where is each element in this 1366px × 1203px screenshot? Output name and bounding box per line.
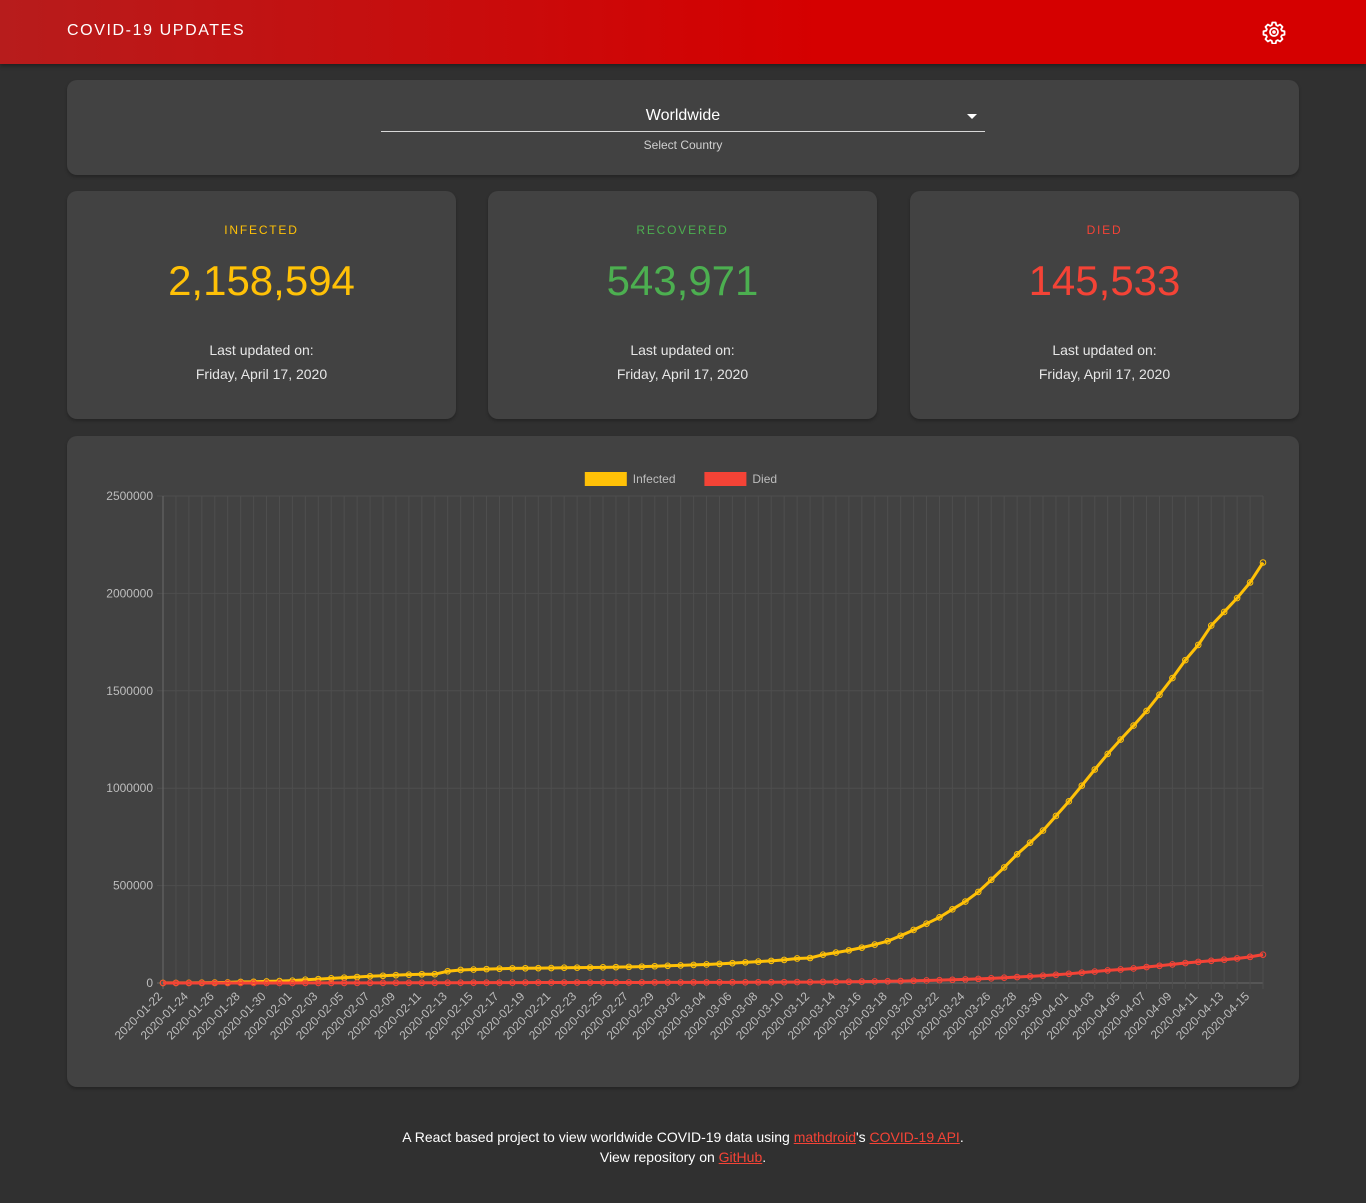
mathdroid-link[interactable]: mathdroid	[794, 1129, 856, 1145]
infected-label: INFECTED	[224, 223, 299, 237]
gear-icon[interactable]	[1262, 20, 1286, 45]
legend-label: Died	[752, 472, 777, 486]
footer-text: .	[762, 1149, 767, 1165]
country-select[interactable]: Worldwide	[381, 104, 985, 132]
series-line-infected	[162, 561, 1265, 985]
recovered-label: RECOVERED	[636, 223, 729, 237]
footer-text: View repository on	[599, 1149, 719, 1165]
recovered-updated-label: Last updated on:	[630, 342, 735, 358]
y-tick-label: 1500000	[106, 684, 153, 698]
footer: A React based project to view worldwide …	[0, 1127, 1366, 1167]
infected-date: Friday, April 17, 2020	[195, 366, 328, 382]
footer-line-1: A React based project to view worldwide …	[0, 1127, 1366, 1147]
country-select-value: Worldwide	[645, 107, 721, 124]
died-card: DIED 145,533 Last updated on: Friday, Ap…	[910, 191, 1299, 419]
covid-api-link[interactable]: COVID-19 API	[870, 1129, 960, 1145]
y-tick-label: 500000	[113, 879, 153, 893]
y-tick-label: 0	[146, 976, 153, 990]
dropdown-arrow-icon	[967, 114, 977, 119]
country-select-helper: Select Country	[643, 138, 723, 152]
recovered-card: RECOVERED 543,971 Last updated on: Frida…	[488, 191, 877, 419]
y-tick-label: 2000000	[106, 586, 153, 600]
footer-line-2: View repository on GitHub.	[0, 1147, 1366, 1167]
app-bar: COVID-19 UPDATES	[0, 0, 1366, 64]
legend-swatch	[704, 472, 747, 486]
line-chart: 050000010000001500000200000025000002020-…	[106, 472, 1267, 1043]
recovered-date: Friday, April 17, 2020	[616, 366, 749, 382]
legend-swatch	[584, 472, 627, 486]
app-title: COVID-19 UPDATES	[67, 22, 246, 39]
recovered-count: 543,971	[606, 257, 759, 304]
footer-text: 's	[855, 1129, 870, 1145]
died-date: Friday, April 17, 2020	[1038, 366, 1171, 382]
died-label: DIED	[1086, 223, 1123, 237]
infected-card: INFECTED 2,158,594 Last updated on: Frid…	[67, 191, 456, 419]
legend-label: Infected	[633, 472, 676, 486]
chart-card: 0 500000 1000000 1500000 2000000 2500000 2020-…	[67, 436, 1299, 1087]
y-tick-label: 2500000	[106, 489, 153, 503]
infected-count: 2,158,594	[168, 257, 355, 304]
footer-text: .	[959, 1129, 964, 1145]
github-link[interactable]: GitHub	[719, 1149, 763, 1165]
footer-text: A React based project to view worldwide …	[402, 1129, 794, 1145]
died-count: 145,533	[1028, 257, 1181, 304]
infected-updated-label: Last updated on:	[209, 342, 314, 358]
died-updated-label: Last updated on:	[1052, 342, 1157, 358]
y-tick-label: 1000000	[106, 781, 153, 795]
country-selector-card: Worldwide Select Country	[67, 80, 1299, 175]
